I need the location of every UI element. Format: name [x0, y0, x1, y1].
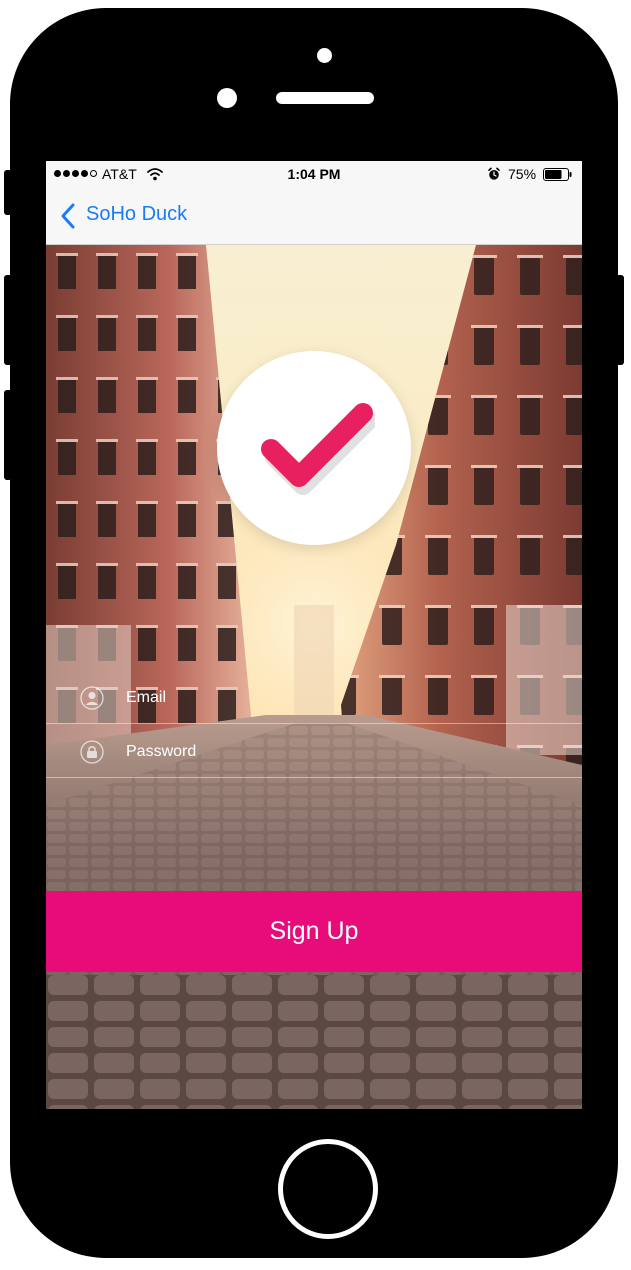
- chevron-left-icon[interactable]: [60, 202, 76, 230]
- email-input[interactable]: Email: [126, 689, 166, 707]
- status-bar: AT&T 1:04 PM 75%: [46, 161, 582, 189]
- signup-button[interactable]: Sign Up: [46, 891, 582, 972]
- mute-switch: [4, 170, 12, 215]
- checkmark-badge: [217, 351, 411, 545]
- power-button: [616, 275, 624, 365]
- volume-up-button: [4, 275, 12, 365]
- password-field[interactable]: Password: [46, 725, 582, 779]
- email-field[interactable]: Email: [46, 671, 582, 725]
- password-input[interactable]: Password: [126, 743, 196, 761]
- password-divider: [46, 777, 582, 778]
- home-button[interactable]: [278, 1139, 378, 1239]
- alarm-icon: [488, 167, 500, 180]
- app-screen: AT&T 1:04 PM 75% SoHo Duck Email Passwor…: [46, 161, 582, 1109]
- volume-down-button: [4, 390, 12, 480]
- clock: 1:04 PM: [287, 166, 341, 182]
- proximity-sensor: [217, 88, 237, 108]
- front-camera: [317, 48, 332, 63]
- user-icon: [80, 686, 104, 710]
- checkmark-icon: [261, 403, 375, 495]
- email-divider: [46, 723, 582, 724]
- navigation-bar: SoHo Duck: [46, 189, 582, 245]
- back-button[interactable]: SoHo Duck: [86, 203, 187, 226]
- battery-icon: [543, 168, 572, 181]
- lock-icon: [80, 740, 104, 764]
- earpiece-speaker: [276, 92, 374, 104]
- battery-percentage: 75%: [508, 166, 537, 182]
